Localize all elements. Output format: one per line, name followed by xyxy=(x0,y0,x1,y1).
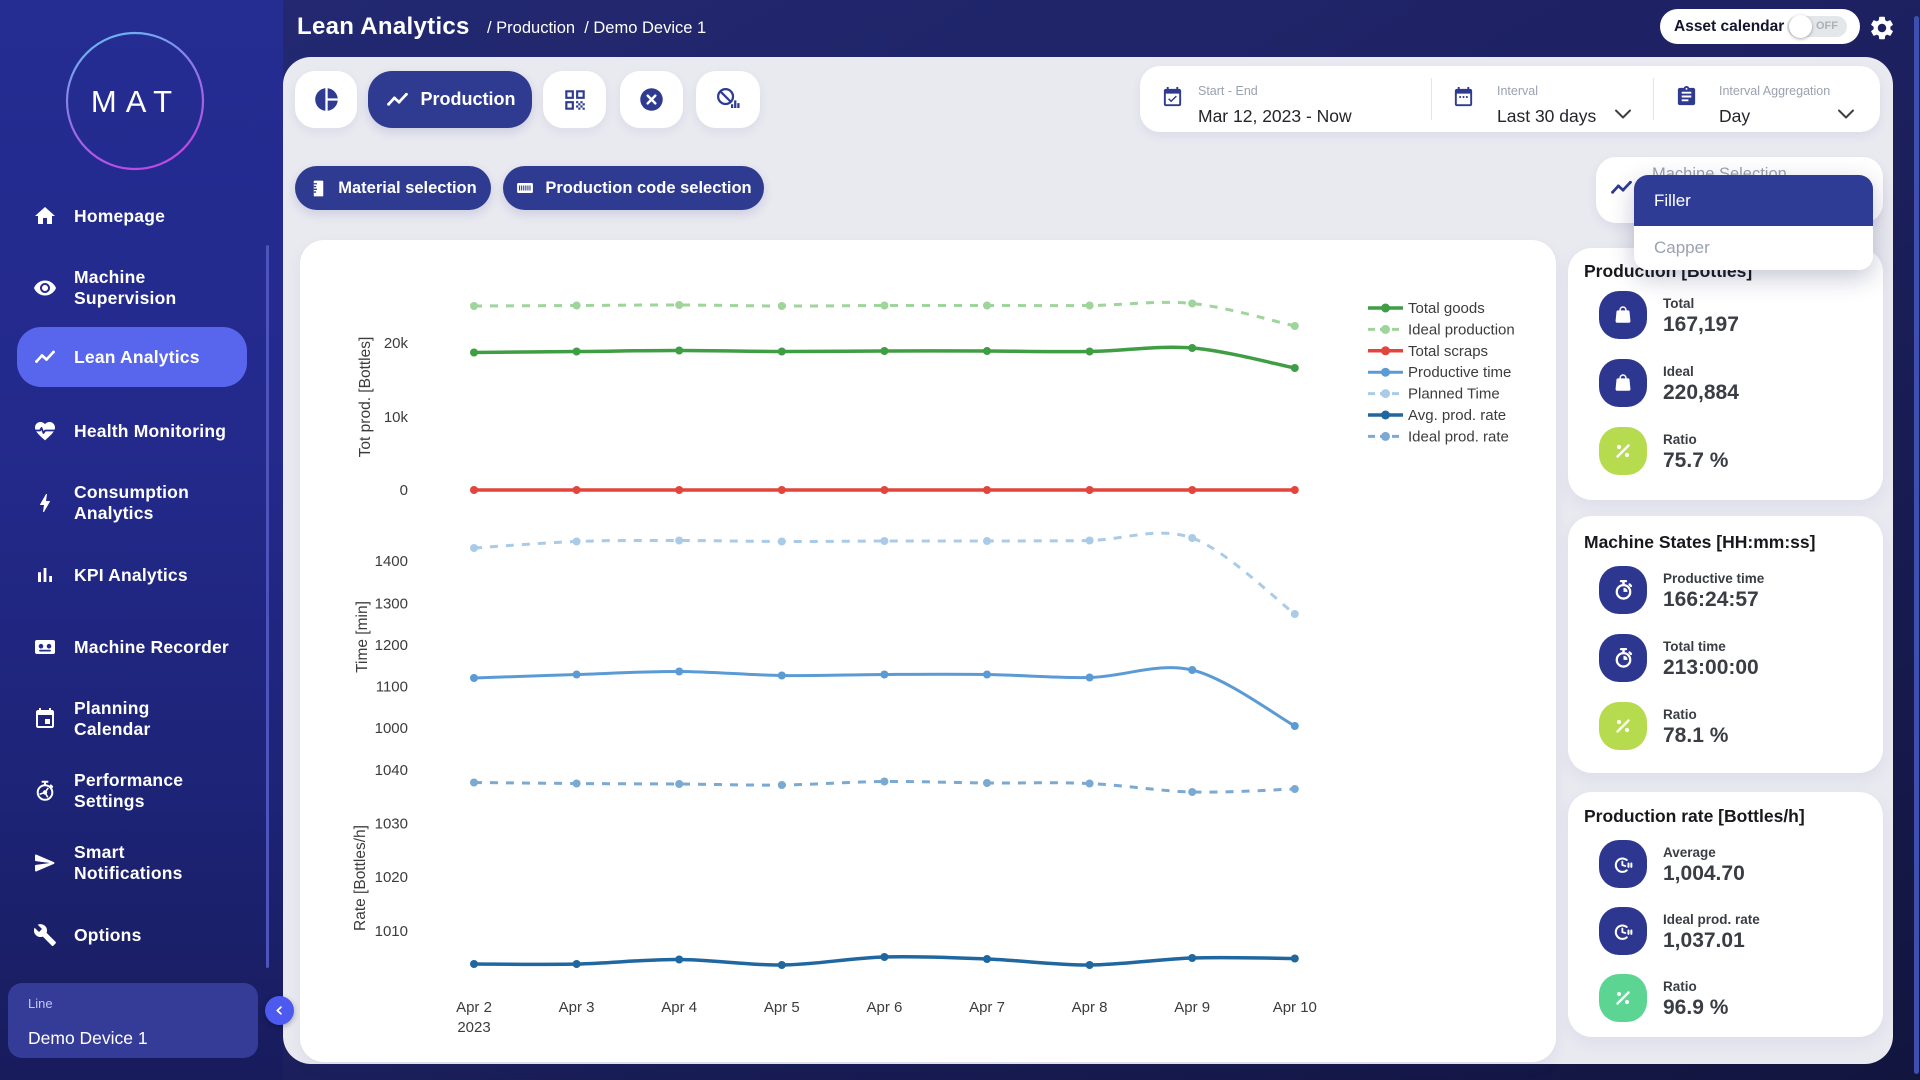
svg-text:20k: 20k xyxy=(384,335,409,352)
svg-text:Apr 9: Apr 9 xyxy=(1174,999,1210,1016)
svg-text:Apr 3: Apr 3 xyxy=(559,999,595,1016)
svg-text:0: 0 xyxy=(400,482,408,499)
svg-text:1400: 1400 xyxy=(375,553,408,570)
svg-text:1100: 1100 xyxy=(376,679,408,696)
svg-text:Avg. prod. rate: Avg. prod. rate xyxy=(1408,407,1506,424)
svg-text:Total goods: Total goods xyxy=(1408,300,1485,317)
svg-text:Total scraps: Total scraps xyxy=(1408,343,1488,360)
svg-text:Ideal production: Ideal production xyxy=(1408,321,1515,338)
svg-text:1030: 1030 xyxy=(375,816,408,833)
svg-text:10k: 10k xyxy=(384,409,409,426)
svg-text:Rate [Bottles/h]: Rate [Bottles/h] xyxy=(352,825,369,931)
svg-text:1300: 1300 xyxy=(375,596,408,613)
svg-text:Apr 6: Apr 6 xyxy=(866,999,902,1016)
svg-text:Apr 8: Apr 8 xyxy=(1072,999,1108,1016)
svg-text:Apr 5: Apr 5 xyxy=(764,999,800,1016)
svg-text:Apr 4: Apr 4 xyxy=(661,999,697,1016)
svg-text:1000: 1000 xyxy=(375,720,408,737)
svg-text:1010: 1010 xyxy=(375,923,408,940)
svg-text:Apr 7: Apr 7 xyxy=(969,999,1005,1016)
svg-text:Tot prod. [Bottles]: Tot prod. [Bottles] xyxy=(357,337,374,458)
svg-text:1040: 1040 xyxy=(375,762,408,779)
svg-text:Productive time: Productive time xyxy=(1408,364,1511,381)
svg-text:MAT: MAT xyxy=(91,84,181,119)
svg-text:Apr 2: Apr 2 xyxy=(456,999,492,1016)
svg-text:Apr 10: Apr 10 xyxy=(1273,999,1317,1016)
svg-text:1020: 1020 xyxy=(375,869,408,886)
svg-text:Ideal prod. rate: Ideal prod. rate xyxy=(1408,428,1509,445)
svg-text:2023: 2023 xyxy=(457,1019,490,1036)
svg-text:Time [min]: Time [min] xyxy=(354,601,371,673)
svg-text:1200: 1200 xyxy=(375,637,408,654)
svg-text:Planned Time: Planned Time xyxy=(1408,386,1500,403)
